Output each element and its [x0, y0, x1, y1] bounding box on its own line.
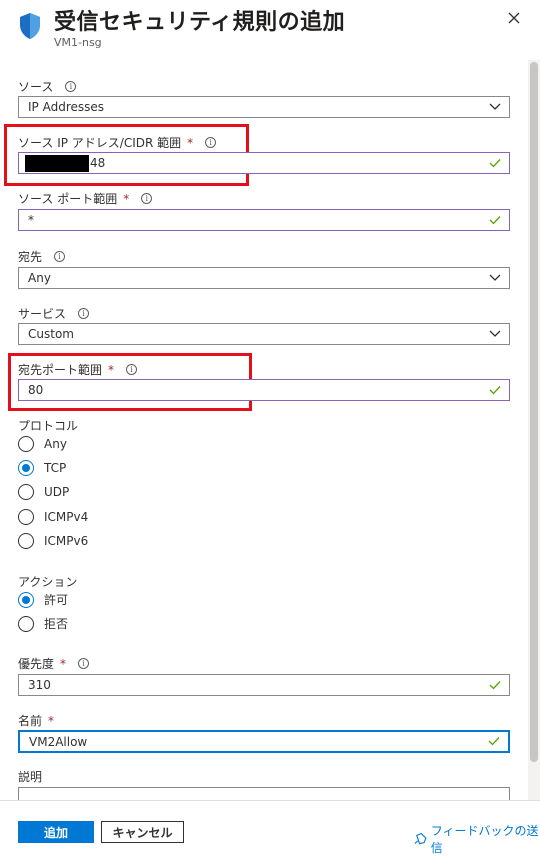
action-label-text: アクション — [18, 575, 78, 589]
chevron-down-icon — [489, 103, 501, 110]
check-icon — [488, 737, 500, 746]
dest-port-label: 宛先ポート範囲 * i — [18, 361, 138, 378]
name-value: VM2Allow — [29, 734, 88, 749]
required-marker: * — [108, 362, 115, 377]
required-marker: * — [187, 135, 194, 150]
description-label-text: 説明 — [18, 770, 43, 784]
footer-bar: 追加 キャンセル フィードバックの送信 — [0, 800, 540, 856]
check-icon — [489, 386, 501, 395]
source-port-label: ソース ポート範囲 * i — [18, 190, 153, 207]
protocol-option-tcp[interactable]: TCP — [18, 460, 66, 476]
redacted-block — [25, 154, 89, 172]
source-port-label-text: ソース ポート範囲 — [18, 192, 118, 206]
protocol-label: プロトコル — [18, 417, 78, 434]
radio-label: 拒否 — [44, 617, 69, 631]
priority-value: 310 — [28, 678, 51, 692]
radio-button[interactable] — [18, 615, 34, 632]
description-textarea[interactable] — [18, 787, 510, 800]
name-input[interactable]: VM2Allow — [18, 730, 510, 753]
panel-header: 受信セキュリティ規則の追加 VM1-nsg — [0, 0, 540, 60]
radio-button[interactable] — [18, 533, 34, 549]
radio-button[interactable] — [18, 509, 34, 525]
radio-label: ICMPv4 — [44, 510, 89, 524]
page-subtitle: VM1-nsg — [54, 36, 102, 49]
dest-port-value: 80 — [28, 383, 44, 397]
radio-label: UDP — [44, 485, 70, 499]
priority-input[interactable]: 310 — [18, 674, 510, 696]
source-ip-label-text: ソース IP アドレス/CIDR 範囲 — [18, 136, 182, 150]
feedback-label: フィードバックの送信 — [430, 824, 539, 855]
scrollbar-thumb[interactable] — [530, 62, 538, 762]
protocol-option-icmpv4[interactable]: ICMPv4 — [18, 509, 88, 525]
required-marker: * — [60, 656, 67, 671]
source-port-input[interactable]: * — [18, 209, 510, 231]
destination-value: Any — [28, 271, 51, 285]
chevron-down-icon — [489, 274, 501, 281]
destination-label-text: 宛先 — [18, 250, 43, 264]
action-label: アクション — [18, 573, 77, 590]
dest-port-label-text: 宛先ポート範囲 — [18, 363, 103, 377]
radio-label: ICMPv6 — [44, 534, 89, 548]
action-option-deny[interactable]: 拒否 — [18, 615, 68, 632]
source-ip-label: ソース IP アドレス/CIDR 範囲 * i — [18, 134, 217, 151]
info-icon[interactable]: i — [78, 658, 90, 669]
info-icon[interactable]: i — [65, 81, 77, 92]
check-icon — [489, 159, 501, 168]
close-icon[interactable] — [506, 10, 522, 26]
dest-port-input[interactable]: 80 — [18, 379, 510, 401]
service-value: Custom — [28, 327, 74, 341]
protocol-option-icmpv6[interactable]: ICMPv6 — [18, 533, 88, 549]
radio-button-selected[interactable] — [18, 460, 34, 476]
add-button[interactable]: 追加 — [18, 821, 94, 843]
check-icon — [489, 216, 501, 225]
shield-icon — [20, 13, 40, 39]
protocol-label-text: プロトコル — [18, 419, 79, 433]
radio-button-selected[interactable] — [18, 591, 34, 608]
source-label-text: ソース — [18, 80, 54, 94]
protocol-option-udp[interactable]: UDP — [18, 484, 69, 500]
source-ip-value: 48 — [90, 156, 106, 170]
service-dropdown[interactable]: Custom — [18, 323, 510, 345]
info-icon[interactable]: i — [205, 137, 217, 148]
destination-dropdown[interactable]: Any — [18, 267, 510, 289]
source-ip-input[interactable]: 48 — [18, 152, 510, 174]
required-marker: * — [48, 713, 55, 728]
feedback-link[interactable]: フィードバックの送信 — [414, 822, 540, 856]
cancel-button[interactable]: キャンセル — [101, 821, 184, 843]
source-dropdown[interactable]: IP Addresses — [18, 96, 510, 118]
radio-label: 許可 — [44, 593, 69, 607]
priority-label: 優先度 * i — [18, 655, 90, 672]
source-label: ソース i — [18, 78, 77, 95]
page-title: 受信セキュリティ規則の追加 — [54, 10, 346, 35]
feedback-icon — [414, 832, 427, 845]
service-label-text: サービス — [18, 307, 67, 321]
name-label: 名前 * — [18, 712, 54, 729]
required-marker: * — [123, 191, 130, 206]
description-label: 説明 — [18, 768, 42, 785]
info-icon[interactable]: i — [78, 308, 90, 319]
radio-label: Any — [44, 437, 67, 451]
radio-button[interactable] — [18, 484, 34, 500]
radio-button[interactable] — [18, 436, 34, 452]
source-port-value: * — [28, 213, 34, 227]
protocol-option-any[interactable]: Any — [18, 436, 67, 452]
radio-label: TCP — [44, 461, 67, 475]
service-label: サービス i — [18, 305, 90, 322]
chevron-down-icon — [489, 330, 501, 337]
action-option-allow[interactable]: 許可 — [18, 591, 68, 608]
check-icon — [489, 681, 501, 690]
info-icon[interactable]: i — [54, 251, 66, 262]
info-icon[interactable]: i — [126, 364, 138, 375]
source-value: IP Addresses — [28, 100, 105, 114]
info-icon[interactable]: i — [141, 193, 153, 204]
name-label-text: 名前 — [18, 714, 43, 728]
destination-label: 宛先 i — [18, 248, 66, 265]
priority-label-text: 優先度 — [18, 657, 55, 671]
